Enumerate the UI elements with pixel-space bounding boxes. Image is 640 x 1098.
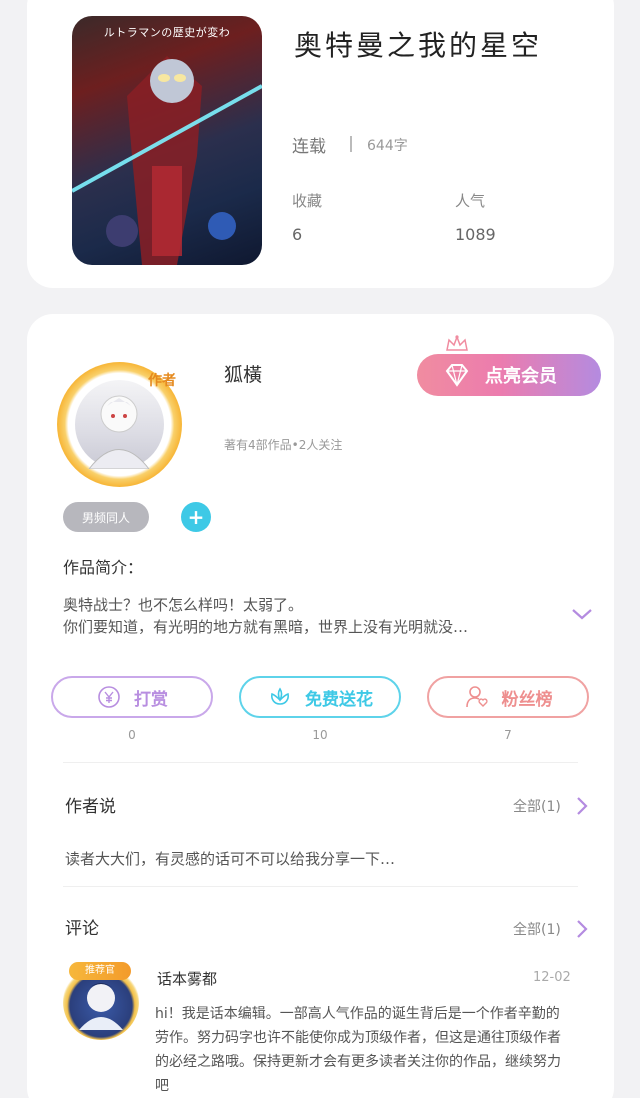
author-says-text[interactable]: 读者大大们，有灵感的话可不可以给我分享一下…: [65, 848, 395, 869]
status-divider: [350, 136, 352, 152]
flower-count: 10: [312, 728, 328, 742]
divider: [63, 886, 578, 887]
serial-status: 连载: [292, 137, 326, 157]
favorites-label: 收藏: [292, 192, 323, 210]
recommender-badge: 推荐官: [69, 962, 131, 980]
commenter-name[interactable]: 话本雾都: [157, 968, 217, 989]
vip-button-label: 点亮会员: [485, 366, 557, 387]
intro-line: 你们要知道，有光明的地方就有黑暗，世界上没有光明就没…: [63, 618, 469, 636]
popularity-label: 人气: [455, 192, 486, 210]
light-up-vip-button[interactable]: 点亮会员: [417, 354, 601, 396]
yen-icon: [98, 686, 120, 708]
reward-button[interactable]: 打赏: [51, 676, 213, 718]
intro-label: 作品简介：: [63, 558, 144, 577]
comment-date: 12-02: [533, 970, 571, 985]
author-meta: 著有4部作品•2人关注: [224, 438, 343, 452]
book-info-card: ルトラマンの歴史が変わ 奥特曼之我的星空 连载 644字 收藏 6 人气 108…: [27, 0, 614, 288]
add-tag-button[interactable]: +: [181, 502, 211, 532]
fan-count: 7: [504, 728, 512, 742]
book-cover-image[interactable]: ルトラマンの歴史が変わ: [72, 16, 262, 265]
diamond-icon: [445, 364, 469, 387]
reward-label: 打赏: [134, 689, 168, 710]
popularity-value: 1089: [455, 225, 496, 244]
intro-text[interactable]: 奥特战士？也不怎么样吗！太弱了。 你们要知道，有光明的地方就有黑暗，世界上没有光…: [63, 594, 563, 638]
reward-count: 0: [128, 728, 136, 742]
author-badge: 作者: [148, 373, 176, 389]
word-count: 644字: [367, 138, 408, 154]
comments-all-link[interactable]: 全部(1): [513, 919, 561, 939]
genre-tag[interactable]: 男频同人: [63, 502, 149, 532]
author-says-all-link[interactable]: 全部(1): [513, 796, 561, 816]
fan-ranking-button[interactable]: 粉丝榜: [427, 676, 589, 718]
send-flower-label: 免费送花: [305, 689, 373, 710]
fan-ranking-label: 粉丝榜: [501, 689, 553, 710]
cover-art-icon: [72, 56, 262, 265]
flower-icon: [271, 687, 289, 705]
divider: [63, 762, 578, 763]
author-name: 狐橫: [224, 364, 263, 386]
chevron-right-icon[interactable]: [575, 918, 589, 940]
chevron-right-icon[interactable]: [575, 795, 589, 817]
crown-icon: [446, 334, 468, 351]
favorites-value: 6: [292, 225, 303, 244]
fan-user-icon: [465, 686, 488, 708]
send-flower-button[interactable]: 免费送花: [239, 676, 401, 718]
author-says-title: 作者说: [65, 797, 116, 817]
author-card: 作者 狐橫 著有4部作品•2人关注 点亮会员 男频同人 + 作品简介： 奥特战士…: [27, 314, 614, 1098]
intro-line: 奥特战士？也不怎么样吗！太弱了。: [63, 596, 304, 614]
author-avatar[interactable]: 作者: [57, 362, 182, 487]
chevron-down-icon[interactable]: [571, 607, 593, 621]
comments-title: 评论: [65, 919, 99, 939]
book-title: 奥特曼之我的星空: [294, 29, 543, 62]
comment-text: hi！我是话本编辑。一部高人气作品的诞生背后是一个作者辛勤的劳作。努力码字也许不…: [155, 1006, 561, 1094]
